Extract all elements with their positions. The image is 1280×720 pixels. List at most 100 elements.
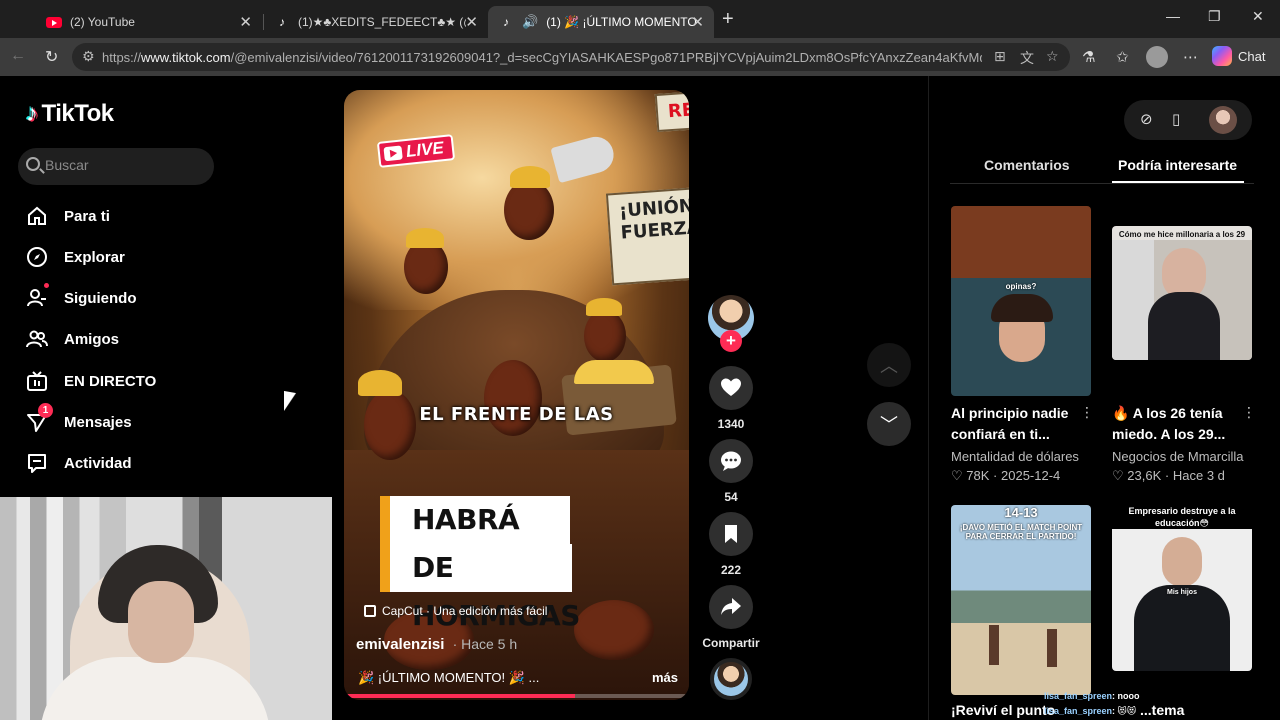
browser-tab-tiktok-video[interactable]: ♪ 🔊 (1) 🎉 ¡ÚLTIMO MOMENTO! 🎉 ✕: [488, 6, 714, 38]
reload-button[interactable]: ↻: [45, 47, 58, 67]
back-button[interactable]: ←: [10, 47, 26, 65]
site-info-icon[interactable]: ⚙: [82, 48, 95, 65]
video-thumbnail[interactable]: Empresario destruye a la educación😳 Mis …: [1112, 505, 1252, 671]
video-thumbnail[interactable]: opinas?: [951, 206, 1091, 396]
device-icon[interactable]: ▯: [1172, 110, 1180, 128]
thumbnail-caption: opinas?: [1005, 282, 1037, 291]
sidebar-item-label: EN DIRECTO: [64, 372, 157, 390]
card-title[interactable]: ...tema: [1140, 700, 1264, 720]
sidebar-item-para-ti[interactable]: Para ti: [24, 201, 110, 231]
app-install-icon[interactable]: ⊞: [994, 48, 1006, 65]
heart-outline-icon: ♡: [951, 468, 963, 483]
player-figure: [989, 625, 999, 665]
address-bar[interactable]: ⚙ https://www.tiktok.com/@emivalenzisi/v…: [72, 43, 1070, 71]
video-thumbnail[interactable]: Cómo me hice millonaria a los 29: [1112, 226, 1252, 360]
sidebar-item-en-directo[interactable]: EN DIRECTO: [24, 366, 156, 396]
chat-nick: lisa_fan_spreen: [1044, 706, 1113, 716]
sidebar-item-mensajes[interactable]: 1 Mensajes: [24, 403, 132, 437]
speaker-icon[interactable]: 🔊: [522, 14, 538, 30]
hard-hat: [510, 166, 550, 188]
video-thumbnail[interactable]: 14-13 ¡DAVO METIÓ EL MATCH POINT PARA CE…: [951, 505, 1091, 695]
live-play-icon: [383, 145, 403, 162]
sidebar-item-explorar[interactable]: Explorar: [24, 242, 125, 272]
comment-icon: [721, 451, 741, 471]
close-window-button[interactable]: ✕: [1252, 8, 1264, 25]
card-title[interactable]: Al principio nadie confiará en ti...: [951, 403, 1075, 445]
chat-nick: lisa_fan_spreen: [1044, 691, 1113, 701]
sidebar-item-label: Amigos: [64, 330, 120, 348]
save-button[interactable]: [709, 512, 753, 556]
thumbnail-body: [1148, 292, 1220, 360]
description-text: 🎉 ¡ÚLTIMO MOMENTO! 🎉 ...: [358, 670, 540, 685]
browser-tab-tiktok-profile[interactable]: ♪ (1)★♣XEDITS_FEDEECT♣★ (@_la ✕: [264, 6, 488, 38]
previous-video-button[interactable]: ︿: [867, 343, 911, 387]
search-input[interactable]: [45, 157, 205, 173]
video-player[interactable]: RE ¡UNIÓN FUERZA LIVE EL FRENTE DE LAS H…: [344, 90, 689, 700]
translate-icon[interactable]: 文: [1020, 48, 1034, 68]
friends-icon: [24, 326, 50, 352]
protest-sign-top: RE: [654, 90, 689, 132]
thumbnail-score: 14-13: [1004, 505, 1038, 520]
card-date: Hace 3 d: [1172, 468, 1225, 483]
live-icon: [24, 368, 50, 394]
sidebar-item-actividad[interactable]: Actividad: [24, 448, 132, 478]
user-avatar[interactable]: [1209, 106, 1237, 134]
hard-hat: [586, 298, 622, 316]
music-disc[interactable]: [710, 658, 752, 700]
thumbnail-body: [1134, 585, 1230, 671]
sidebar-item-label: Explorar: [64, 248, 125, 266]
compass-icon[interactable]: ⊘: [1140, 110, 1153, 128]
youtube-icon: [46, 14, 62, 30]
chat-text: : nooo: [1112, 691, 1140, 701]
more-options-icon[interactable]: ⋮: [1080, 404, 1094, 421]
close-tab-icon[interactable]: ✕: [239, 13, 252, 31]
messages-badge: 1: [38, 403, 53, 418]
favorite-star-icon[interactable]: ☆: [1046, 48, 1059, 65]
tab-title: (1)★♣XEDITS_FEDEECT♣★ (@_la: [298, 15, 466, 29]
following-icon: [24, 283, 50, 311]
like-count: 1340: [717, 417, 745, 431]
favorites-icon[interactable]: ✩: [1116, 48, 1129, 66]
browser-tab-youtube[interactable]: (2) YouTube ✕: [36, 6, 262, 38]
more-menu-icon[interactable]: ⋯: [1183, 48, 1198, 66]
video-headline-line-2: DE HORMIGAS: [380, 544, 580, 632]
more-options-icon[interactable]: ⋮: [1242, 404, 1256, 421]
profile-avatar[interactable]: [1146, 46, 1168, 68]
next-video-button[interactable]: ﹀: [867, 402, 911, 446]
card-author[interactable]: Mentalidad de dólares: [951, 449, 1079, 464]
ant-figure: [364, 390, 416, 460]
share-button[interactable]: [709, 585, 753, 629]
video-headline-line-1: HABRÁ PARO: [380, 496, 570, 584]
copilot-chat-button[interactable]: Chat: [1212, 46, 1265, 66]
capcut-link[interactable]: CapCut · Una edición más fácil: [364, 604, 547, 618]
new-tab-button[interactable]: +: [722, 8, 734, 31]
webcam-overlay: [0, 497, 332, 720]
tiktok-icon: ♪: [279, 15, 285, 29]
comment-button[interactable]: [709, 439, 753, 483]
notification-dot: [44, 283, 49, 288]
author-name[interactable]: emivalenzisi: [356, 636, 444, 653]
extensions-icon[interactable]: ⚗: [1082, 48, 1095, 66]
video-progress-bar[interactable]: [344, 694, 689, 698]
player-figure: [1047, 629, 1057, 667]
tiktok-logo[interactable]: ♪ TikTok: [26, 100, 114, 128]
card-title[interactable]: 🔥 A los 26 tenía miedo. A los 29...: [1112, 403, 1236, 445]
compass-icon: [24, 244, 50, 270]
card-author[interactable]: Negocios de Mmarcilla: [1112, 449, 1244, 464]
comment-count: 54: [724, 490, 738, 504]
chat-text: : 😻😻: [1112, 706, 1137, 716]
close-tab-icon[interactable]: ✕: [465, 13, 478, 31]
like-button[interactable]: [709, 366, 753, 410]
close-tab-icon[interactable]: ✕: [691, 13, 704, 31]
maximize-button[interactable]: ❐: [1208, 8, 1221, 25]
sidebar-item-amigos[interactable]: Amigos: [24, 324, 119, 354]
tab-title: (1) 🎉 ¡ÚLTIMO MOMENTO! 🎉: [546, 15, 697, 29]
follow-button[interactable]: +: [720, 330, 742, 352]
sidebar-item-siguiendo[interactable]: Siguiendo: [24, 283, 137, 313]
tiktok-note-icon: ♪: [26, 100, 38, 127]
tab-comentarios[interactable]: Comentarios: [984, 157, 1070, 173]
minimize-button[interactable]: —: [1166, 8, 1180, 24]
bookmark-icon: [725, 525, 737, 543]
more-link[interactable]: más: [652, 670, 678, 685]
tab-podria-interesarte[interactable]: Podría interesarte: [1118, 157, 1237, 173]
